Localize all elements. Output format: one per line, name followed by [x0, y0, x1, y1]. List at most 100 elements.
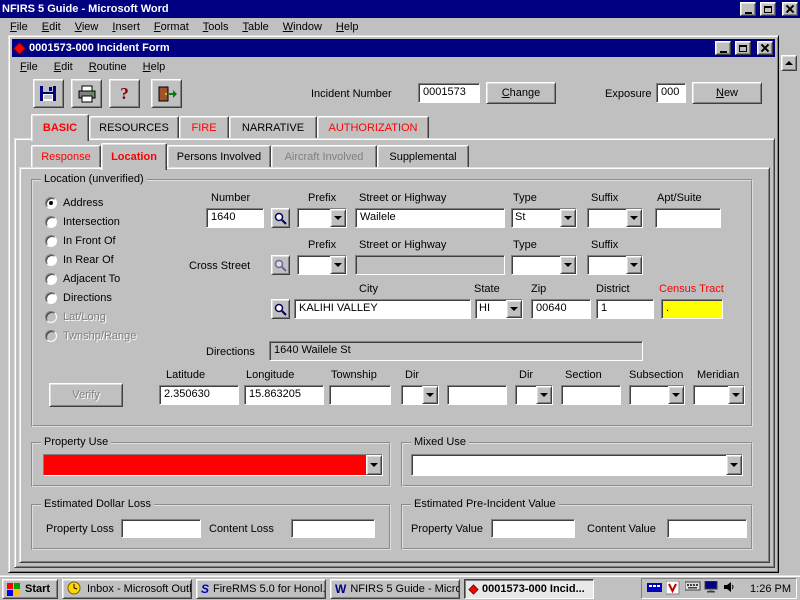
- radio-adjacent-to[interactable]: Adjacent To: [45, 272, 120, 286]
- dropdown-button[interactable]: [560, 256, 576, 274]
- taskbar-button-incident[interactable]: 0001573-000 Incid...: [464, 579, 594, 599]
- dir-select[interactable]: [401, 385, 439, 405]
- street-field[interactable]: Wailele: [355, 208, 505, 228]
- change-button[interactable]: Change: [486, 82, 556, 104]
- city-field[interactable]: KALIHI VALLEY: [294, 299, 471, 319]
- taskbar-button-word[interactable]: W NFIRS 5 Guide - Micro...: [330, 579, 460, 599]
- word-close-button[interactable]: [782, 2, 798, 16]
- apt-suite-field[interactable]: [655, 208, 721, 228]
- property-use-select[interactable]: [43, 454, 383, 476]
- dropdown-button[interactable]: [506, 300, 522, 318]
- range-field[interactable]: [447, 385, 507, 405]
- tab-supplemental[interactable]: Supplemental: [377, 145, 469, 167]
- form-close-button[interactable]: [757, 41, 773, 55]
- display-icon[interactable]: [704, 581, 720, 597]
- number-field[interactable]: 1640: [206, 208, 264, 228]
- dropdown-button[interactable]: [626, 256, 642, 274]
- word-menu-help[interactable]: Help: [336, 21, 359, 33]
- subsection-select[interactable]: [629, 385, 685, 405]
- word-menu-window[interactable]: Window: [283, 21, 322, 33]
- dropdown-button[interactable]: [536, 386, 552, 404]
- property-value-field[interactable]: [491, 519, 575, 538]
- dir2-select[interactable]: [515, 385, 553, 405]
- cross-suffix-select[interactable]: [587, 255, 643, 275]
- meridian-value: [694, 386, 728, 404]
- property-loss-field[interactable]: [121, 519, 201, 538]
- preincident-title: Estimated Pre-Incident Value: [411, 498, 559, 511]
- cross-type-select[interactable]: [511, 255, 577, 275]
- tab-location[interactable]: Location: [101, 143, 167, 170]
- content-loss-field[interactable]: [291, 519, 375, 538]
- word-menu-view[interactable]: View: [75, 21, 99, 33]
- dropdown-button[interactable]: [726, 455, 742, 475]
- street-lookup-button[interactable]: [271, 208, 290, 228]
- tab-basic[interactable]: BASIC: [31, 114, 89, 141]
- dropdown-button[interactable]: [728, 386, 744, 404]
- state-select[interactable]: HI: [475, 299, 523, 319]
- volume-icon[interactable]: [723, 581, 739, 597]
- modem-icon[interactable]: [647, 581, 663, 597]
- tab-resources[interactable]: RESOURCES: [89, 116, 179, 138]
- dropdown-button[interactable]: [330, 256, 346, 274]
- form-menu-edit[interactable]: Edit: [54, 61, 73, 73]
- zip-field[interactable]: 00640: [531, 299, 591, 319]
- word-menu-format[interactable]: Format: [154, 21, 189, 33]
- exposure-field[interactable]: 000: [656, 83, 686, 103]
- incident-number-field[interactable]: 0001573: [418, 83, 480, 103]
- help-button[interactable]: [109, 79, 140, 108]
- dropdown-button[interactable]: [560, 209, 576, 227]
- taskbar-button-outlook[interactable]: Inbox - Microsoft Outlook: [62, 579, 192, 599]
- district-field[interactable]: 1: [596, 299, 654, 319]
- tab-fire[interactable]: FIRE: [179, 116, 229, 138]
- content-value-field[interactable]: [667, 519, 747, 538]
- save-button[interactable]: [33, 79, 64, 108]
- taskbar-button-firerms[interactable]: S FireRMS 5.0 for Honol...: [196, 579, 326, 599]
- form-menu-help[interactable]: Help: [143, 61, 166, 73]
- dropdown-button[interactable]: [668, 386, 684, 404]
- tab-response[interactable]: Response: [31, 145, 101, 167]
- tab-persons-involved[interactable]: Persons Involved: [167, 145, 271, 167]
- word-menu-table[interactable]: Table: [242, 21, 268, 33]
- radio-address[interactable]: Address: [45, 196, 103, 210]
- radio-in-front-of[interactable]: In Front Of: [45, 234, 116, 248]
- radio-in-rear-of[interactable]: In Rear Of: [45, 253, 114, 267]
- prefix-select[interactable]: [297, 208, 347, 228]
- street-type-select[interactable]: St: [511, 208, 577, 228]
- city-lookup-button[interactable]: [271, 299, 290, 319]
- exit-button[interactable]: [151, 79, 182, 108]
- meridian-select[interactable]: [693, 385, 745, 405]
- form-maximize-button[interactable]: [735, 41, 751, 55]
- form-menu-routine[interactable]: Routine: [89, 61, 127, 73]
- cross-prefix-select[interactable]: [297, 255, 347, 275]
- section-field[interactable]: [561, 385, 621, 405]
- tab-narrative[interactable]: NARRATIVE: [229, 116, 317, 138]
- township-field[interactable]: [329, 385, 391, 405]
- dropdown-button[interactable]: [366, 455, 382, 475]
- start-button[interactable]: Start: [2, 579, 58, 599]
- suffix-select[interactable]: [587, 208, 643, 228]
- word-minimize-button[interactable]: [740, 2, 756, 16]
- dropdown-button[interactable]: [330, 209, 346, 227]
- keyboard-icon[interactable]: [685, 581, 701, 597]
- tab-authorization[interactable]: AUTHORIZATION: [317, 116, 429, 138]
- print-button[interactable]: [71, 79, 102, 108]
- dropdown-button[interactable]: [626, 209, 642, 227]
- latitude-field[interactable]: 2.350630: [159, 385, 239, 405]
- antivirus-icon[interactable]: [666, 581, 682, 597]
- word-menu-insert[interactable]: Insert: [112, 21, 140, 33]
- mixed-use-select[interactable]: [411, 454, 743, 476]
- minimize-icon: [720, 51, 727, 53]
- radio-directions[interactable]: Directions: [45, 291, 112, 305]
- word-menu-file[interactable]: File: [10, 21, 28, 33]
- dropdown-button[interactable]: [422, 386, 438, 404]
- word-maximize-button[interactable]: [760, 2, 776, 16]
- word-scroll-up-button[interactable]: [781, 55, 797, 71]
- longitude-field[interactable]: 15.863205: [244, 385, 324, 405]
- new-button[interactable]: New: [692, 82, 762, 104]
- word-menu-edit[interactable]: Edit: [42, 21, 61, 33]
- form-menu-file[interactable]: File: [20, 61, 38, 73]
- form-minimize-button[interactable]: [715, 41, 731, 55]
- word-menu-tools[interactable]: Tools: [203, 21, 229, 33]
- radio-intersection[interactable]: Intersection: [45, 215, 120, 229]
- census-tract-field[interactable]: .: [661, 299, 723, 319]
